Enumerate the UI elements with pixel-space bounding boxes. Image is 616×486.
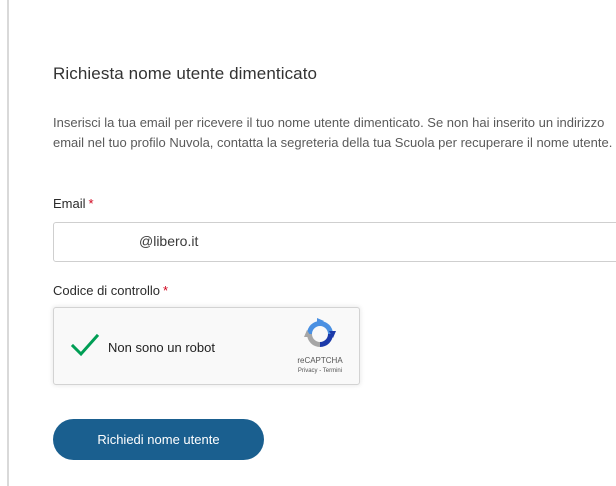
left-divider [7, 0, 9, 486]
email-label-text: Email [53, 196, 86, 211]
email-field[interactable] [53, 222, 616, 262]
email-label: Email * [53, 196, 94, 211]
recaptcha-brand: reCAPTCHA [297, 356, 343, 365]
captcha-label-text: Codice di controllo [53, 283, 160, 298]
captcha-label: Codice di controllo * [53, 283, 168, 298]
recaptcha-privacy-links[interactable]: Privacy - Termini [286, 368, 354, 374]
request-username-button[interactable]: Richiedi nome utente [53, 419, 264, 460]
page-title: Richiesta nome utente dimenticato [53, 64, 318, 83]
recaptcha-label: Non sono un robot [108, 340, 215, 355]
required-marker: * [88, 196, 94, 211]
recaptcha-widget: Non sono un robot reCAPTCHA Privacy - Te… [53, 307, 360, 385]
checkmark-icon[interactable] [70, 332, 100, 358]
recaptcha-logo-icon [304, 318, 336, 347]
required-marker: * [162, 283, 169, 298]
forgot-username-form: Richiesta nome utente dimenticato Inseri… [53, 0, 616, 486]
instructions-text: Inserisci la tua email per ricevere il t… [53, 115, 613, 150]
